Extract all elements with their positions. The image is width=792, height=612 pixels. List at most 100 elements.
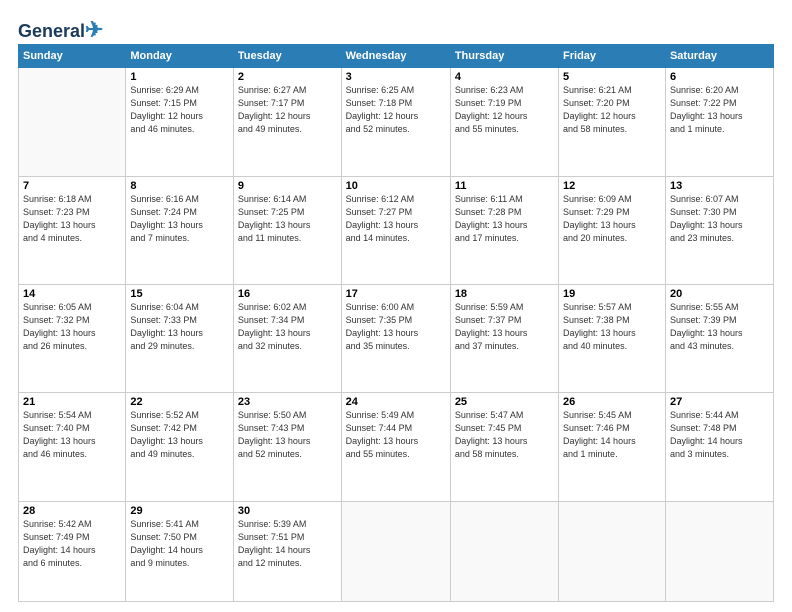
day-number: 22 — [130, 396, 229, 408]
calendar-cell: 28Sunrise: 5:42 AM Sunset: 7:49 PM Dayli… — [19, 501, 126, 601]
day-number: 29 — [130, 505, 229, 517]
day-number: 3 — [346, 71, 446, 83]
day-number: 10 — [346, 180, 446, 192]
day-number: 1 — [130, 71, 229, 83]
calendar-cell: 12Sunrise: 6:09 AM Sunset: 7:29 PM Dayli… — [559, 176, 666, 284]
day-number: 27 — [670, 396, 769, 408]
day-number: 15 — [130, 288, 229, 300]
day-number: 23 — [238, 396, 337, 408]
calendar-cell: 1Sunrise: 6:29 AM Sunset: 7:15 PM Daylig… — [126, 68, 234, 176]
header: General✈ — [18, 18, 774, 38]
calendar-cell: 10Sunrise: 6:12 AM Sunset: 7:27 PM Dayli… — [341, 176, 450, 284]
day-info: Sunrise: 5:59 AM Sunset: 7:37 PM Dayligh… — [455, 301, 554, 353]
day-info: Sunrise: 6:18 AM Sunset: 7:23 PM Dayligh… — [23, 193, 121, 245]
day-info: Sunrise: 5:42 AM Sunset: 7:49 PM Dayligh… — [23, 518, 121, 570]
calendar-cell: 16Sunrise: 6:02 AM Sunset: 7:34 PM Dayli… — [233, 284, 341, 392]
day-info: Sunrise: 5:47 AM Sunset: 7:45 PM Dayligh… — [455, 409, 554, 461]
day-number: 9 — [238, 180, 337, 192]
day-number: 5 — [563, 71, 661, 83]
day-number: 18 — [455, 288, 554, 300]
calendar-cell: 18Sunrise: 5:59 AM Sunset: 7:37 PM Dayli… — [450, 284, 558, 392]
calendar-cell: 14Sunrise: 6:05 AM Sunset: 7:32 PM Dayli… — [19, 284, 126, 392]
calendar-cell: 24Sunrise: 5:49 AM Sunset: 7:44 PM Dayli… — [341, 393, 450, 501]
day-info: Sunrise: 5:55 AM Sunset: 7:39 PM Dayligh… — [670, 301, 769, 353]
weekday-header-tuesday: Tuesday — [233, 45, 341, 68]
day-info: Sunrise: 5:44 AM Sunset: 7:48 PM Dayligh… — [670, 409, 769, 461]
calendar-cell: 6Sunrise: 6:20 AM Sunset: 7:22 PM Daylig… — [665, 68, 773, 176]
day-number: 2 — [238, 71, 337, 83]
calendar-cell: 29Sunrise: 5:41 AM Sunset: 7:50 PM Dayli… — [126, 501, 234, 601]
calendar-cell: 19Sunrise: 5:57 AM Sunset: 7:38 PM Dayli… — [559, 284, 666, 392]
day-info: Sunrise: 5:45 AM Sunset: 7:46 PM Dayligh… — [563, 409, 661, 461]
day-number: 20 — [670, 288, 769, 300]
calendar-cell: 4Sunrise: 6:23 AM Sunset: 7:19 PM Daylig… — [450, 68, 558, 176]
day-number: 8 — [130, 180, 229, 192]
day-number: 13 — [670, 180, 769, 192]
calendar-cell: 20Sunrise: 5:55 AM Sunset: 7:39 PM Dayli… — [665, 284, 773, 392]
calendar-cell: 3Sunrise: 6:25 AM Sunset: 7:18 PM Daylig… — [341, 68, 450, 176]
day-info: Sunrise: 6:07 AM Sunset: 7:30 PM Dayligh… — [670, 193, 769, 245]
weekday-header-friday: Friday — [559, 45, 666, 68]
calendar-cell: 2Sunrise: 6:27 AM Sunset: 7:17 PM Daylig… — [233, 68, 341, 176]
day-info: Sunrise: 6:20 AM Sunset: 7:22 PM Dayligh… — [670, 84, 769, 136]
day-info: Sunrise: 6:02 AM Sunset: 7:34 PM Dayligh… — [238, 301, 337, 353]
calendar-header: SundayMondayTuesdayWednesdayThursdayFrid… — [19, 45, 774, 68]
day-info: Sunrise: 6:29 AM Sunset: 7:15 PM Dayligh… — [130, 84, 229, 136]
day-number: 14 — [23, 288, 121, 300]
day-info: Sunrise: 5:57 AM Sunset: 7:38 PM Dayligh… — [563, 301, 661, 353]
calendar-table: SundayMondayTuesdayWednesdayThursdayFrid… — [18, 44, 774, 602]
calendar-cell: 7Sunrise: 6:18 AM Sunset: 7:23 PM Daylig… — [19, 176, 126, 284]
day-number: 16 — [238, 288, 337, 300]
day-info: Sunrise: 6:16 AM Sunset: 7:24 PM Dayligh… — [130, 193, 229, 245]
day-number: 6 — [670, 71, 769, 83]
calendar-week-5: 28Sunrise: 5:42 AM Sunset: 7:49 PM Dayli… — [19, 501, 774, 601]
logo-text: General✈ — [18, 18, 103, 42]
calendar-cell — [665, 501, 773, 601]
day-info: Sunrise: 6:11 AM Sunset: 7:28 PM Dayligh… — [455, 193, 554, 245]
calendar-cell: 15Sunrise: 6:04 AM Sunset: 7:33 PM Dayli… — [126, 284, 234, 392]
day-info: Sunrise: 6:21 AM Sunset: 7:20 PM Dayligh… — [563, 84, 661, 136]
calendar-cell — [341, 501, 450, 601]
day-info: Sunrise: 5:49 AM Sunset: 7:44 PM Dayligh… — [346, 409, 446, 461]
calendar-body: 1Sunrise: 6:29 AM Sunset: 7:15 PM Daylig… — [19, 68, 774, 602]
day-number: 7 — [23, 180, 121, 192]
calendar-week-3: 14Sunrise: 6:05 AM Sunset: 7:32 PM Dayli… — [19, 284, 774, 392]
calendar-cell: 21Sunrise: 5:54 AM Sunset: 7:40 PM Dayli… — [19, 393, 126, 501]
logo-general: General — [18, 21, 85, 41]
calendar-cell — [559, 501, 666, 601]
weekday-header-wednesday: Wednesday — [341, 45, 450, 68]
day-info: Sunrise: 6:14 AM Sunset: 7:25 PM Dayligh… — [238, 193, 337, 245]
calendar-cell: 17Sunrise: 6:00 AM Sunset: 7:35 PM Dayli… — [341, 284, 450, 392]
weekday-header-saturday: Saturday — [665, 45, 773, 68]
day-number: 25 — [455, 396, 554, 408]
calendar-cell: 26Sunrise: 5:45 AM Sunset: 7:46 PM Dayli… — [559, 393, 666, 501]
day-info: Sunrise: 5:50 AM Sunset: 7:43 PM Dayligh… — [238, 409, 337, 461]
page: General✈ SundayMondayTuesdayWednesdayThu… — [0, 0, 792, 612]
day-info: Sunrise: 6:05 AM Sunset: 7:32 PM Dayligh… — [23, 301, 121, 353]
day-number: 17 — [346, 288, 446, 300]
calendar-cell: 5Sunrise: 6:21 AM Sunset: 7:20 PM Daylig… — [559, 68, 666, 176]
day-info: Sunrise: 6:25 AM Sunset: 7:18 PM Dayligh… — [346, 84, 446, 136]
calendar-cell: 27Sunrise: 5:44 AM Sunset: 7:48 PM Dayli… — [665, 393, 773, 501]
calendar-cell: 25Sunrise: 5:47 AM Sunset: 7:45 PM Dayli… — [450, 393, 558, 501]
calendar-cell: 11Sunrise: 6:11 AM Sunset: 7:28 PM Dayli… — [450, 176, 558, 284]
day-number: 4 — [455, 71, 554, 83]
logo: General✈ — [18, 18, 103, 38]
calendar-cell: 13Sunrise: 6:07 AM Sunset: 7:30 PM Dayli… — [665, 176, 773, 284]
calendar-cell: 23Sunrise: 5:50 AM Sunset: 7:43 PM Dayli… — [233, 393, 341, 501]
day-info: Sunrise: 6:04 AM Sunset: 7:33 PM Dayligh… — [130, 301, 229, 353]
day-info: Sunrise: 6:12 AM Sunset: 7:27 PM Dayligh… — [346, 193, 446, 245]
calendar-cell — [450, 501, 558, 601]
calendar-week-2: 7Sunrise: 6:18 AM Sunset: 7:23 PM Daylig… — [19, 176, 774, 284]
day-number: 26 — [563, 396, 661, 408]
calendar-week-1: 1Sunrise: 6:29 AM Sunset: 7:15 PM Daylig… — [19, 68, 774, 176]
weekday-header-row: SundayMondayTuesdayWednesdayThursdayFrid… — [19, 45, 774, 68]
weekday-header-sunday: Sunday — [19, 45, 126, 68]
day-number: 12 — [563, 180, 661, 192]
day-number: 30 — [238, 505, 337, 517]
calendar-cell — [19, 68, 126, 176]
day-info: Sunrise: 6:23 AM Sunset: 7:19 PM Dayligh… — [455, 84, 554, 136]
day-info: Sunrise: 6:09 AM Sunset: 7:29 PM Dayligh… — [563, 193, 661, 245]
day-info: Sunrise: 5:41 AM Sunset: 7:50 PM Dayligh… — [130, 518, 229, 570]
calendar-cell: 8Sunrise: 6:16 AM Sunset: 7:24 PM Daylig… — [126, 176, 234, 284]
